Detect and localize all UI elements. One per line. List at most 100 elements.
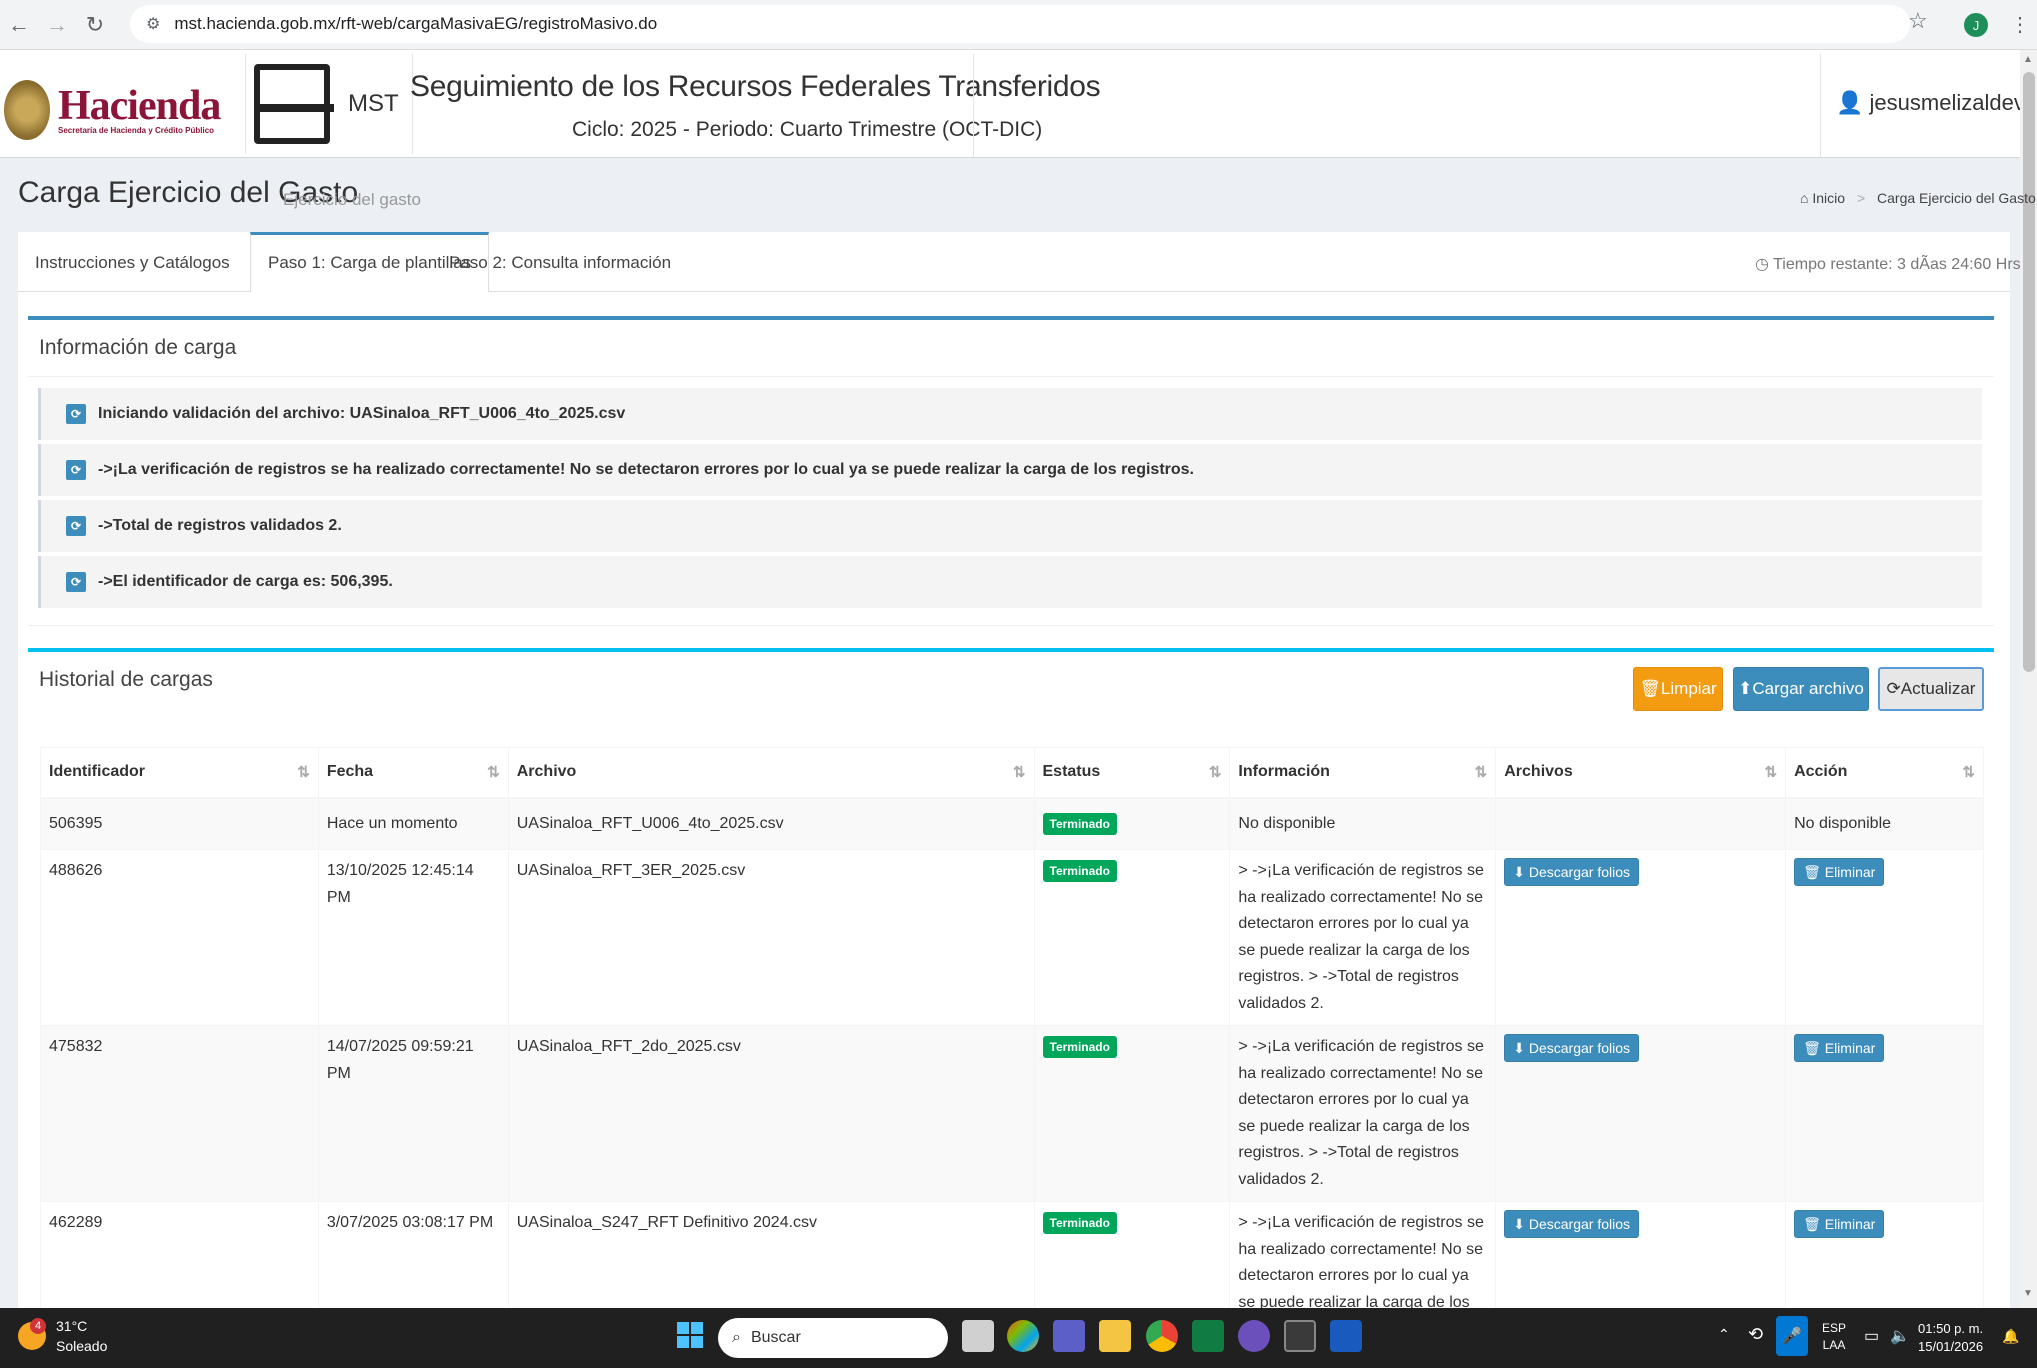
column-header-action[interactable]: Acción ⇅ — [1785, 747, 1984, 799]
date: 15/01/2026 — [1918, 1339, 1984, 1354]
system-clock[interactable]: 01:50 p. m. 15/01/2026 — [1918, 1320, 1983, 1356]
cell-status: Terminado — [1033, 1025, 1231, 1202]
chrome-icon[interactable] — [1146, 1320, 1178, 1352]
refresh-icon: ⟳ — [66, 572, 86, 592]
sort-icon[interactable]: ⇅ — [487, 763, 500, 781]
network-icon[interactable]: ▭ — [1864, 1326, 1879, 1346]
upload-file-button[interactable]: ⬆ Cargar archivo — [1733, 667, 1869, 711]
seal-icon — [4, 80, 50, 140]
site-settings-icon[interactable]: ⚙ — [146, 14, 160, 34]
trash-icon: 🗑 — [1803, 1216, 1825, 1232]
notifications-icon[interactable]: 🔔 — [2002, 1328, 2019, 1345]
column-header-status[interactable]: Estatus ⇅ — [1033, 747, 1231, 799]
column-label: Fecha — [326, 763, 374, 781]
taskbar-search[interactable]: ⌕ Buscar — [718, 1318, 948, 1358]
reload-icon[interactable]: ↻ — [76, 6, 114, 44]
sort-desc-icon[interactable]: ⇅ — [297, 763, 310, 781]
browser-toolbar: ← → ↻ ⚙ mst.hacienda.gob.mx/rft-web/carg… — [0, 0, 2037, 50]
username: jesusmelizaldev — [1869, 90, 2025, 115]
language-indicator[interactable]: ESP LAA — [1822, 1320, 1846, 1354]
copilot-icon[interactable] — [1007, 1320, 1039, 1352]
table-header-row: Identificador ⇅ Fecha ⇅ Archivo ⇅ Estatus ⇅ … — [40, 747, 1984, 799]
clock-icon: ◷ — [1755, 256, 1769, 273]
delete-button[interactable]: 🗑 Eliminar — [1794, 1210, 1885, 1238]
download-folios-button[interactable]: ⬇ Descargar folios — [1504, 1034, 1640, 1062]
cell-files: ⬇ Descargar folios — [1495, 849, 1787, 1026]
tab-instrucciones[interactable]: Instrucciones y Catálogos — [18, 232, 247, 292]
delete-button[interactable]: 🗑 Eliminar — [1794, 858, 1885, 886]
info-message: ⟳ ->Total de registros validados 2. — [38, 500, 1982, 552]
sort-icon[interactable]: ⇅ — [1013, 763, 1026, 781]
info-message: ⟳ ->El identificador de carga es: 506,39… — [38, 556, 1982, 608]
file-explorer-icon[interactable] — [1099, 1320, 1131, 1352]
header-divider — [973, 54, 974, 158]
address-bar[interactable]: ⚙ mst.hacienda.gob.mx/rft-web/cargaMasiv… — [130, 5, 1910, 43]
sort-icon[interactable]: ⇅ — [1962, 763, 1975, 781]
clear-button[interactable]: 🗑 Limpiar — [1633, 667, 1723, 711]
sort-icon[interactable]: ⇅ — [1764, 763, 1777, 781]
tabs-bar: Instrucciones y Catálogos Paso 1: Carga … — [18, 232, 2010, 292]
cell-status: Terminado — [1033, 797, 1231, 850]
scroll-down-icon[interactable]: ▼ — [2023, 1288, 2033, 1299]
cell-info: No disponible — [1229, 797, 1497, 850]
column-header-file[interactable]: Archivo ⇅ — [507, 747, 1035, 799]
lang-secondary: LAA — [1822, 1338, 1846, 1352]
history-table: Identificador ⇅ Fecha ⇅ Archivo ⇅ Estatus ⇅ … — [40, 747, 1984, 1368]
microphone-icon[interactable]: 🎤 — [1776, 1316, 1808, 1356]
media-player-icon[interactable] — [1238, 1320, 1270, 1352]
remaining-time-text: Tiempo restante: 3 dÃas 24:60 Hrs — [1773, 256, 2021, 273]
excel-icon[interactable] — [1192, 1320, 1224, 1352]
volume-icon[interactable]: 🔈 — [1890, 1326, 1910, 1346]
app-title: Seguimiento de los Recursos Federales Tr… — [410, 70, 1101, 103]
sync-icon[interactable]: ⟲ — [1748, 1324, 1763, 1345]
status-badge: Terminado — [1042, 1212, 1117, 1234]
profile-avatar[interactable]: J — [1964, 13, 1988, 37]
mst-logo[interactable]: MST — [245, 54, 413, 154]
divider — [28, 376, 1994, 377]
column-header-date[interactable]: Fecha ⇅ — [317, 747, 509, 799]
word-icon[interactable] — [1330, 1320, 1362, 1352]
delete-label: Eliminar — [1824, 1040, 1876, 1056]
download-folios-button[interactable]: ⬇ Descargar folios — [1504, 858, 1640, 886]
column-header-files[interactable]: Archivos ⇅ — [1495, 747, 1787, 799]
user-icon: 👤 — [1836, 90, 1864, 115]
cell-files — [1495, 797, 1787, 850]
calculator-icon[interactable] — [1284, 1320, 1316, 1352]
windows-start-icon[interactable] — [677, 1322, 703, 1348]
sort-icon[interactable]: ⇅ — [1209, 763, 1222, 781]
upload-info-box: Información de carga ⟳ Iniciando validac… — [28, 316, 1994, 626]
task-view-icon[interactable] — [962, 1320, 994, 1352]
teams-icon[interactable] — [1053, 1320, 1085, 1352]
forward-icon[interactable]: → — [38, 6, 76, 44]
breadcrumb-home[interactable]: Inicio — [1812, 190, 1845, 206]
weather-widget[interactable]: 4 31°C Soleado — [18, 1316, 107, 1356]
download-label: Descargar folios — [1528, 1216, 1631, 1232]
header-divider — [1820, 54, 1821, 158]
box-title: Información de carga — [39, 336, 237, 359]
cell-info: > ->¡La verificación de registros se ha … — [1229, 1025, 1497, 1202]
back-icon[interactable]: ← — [0, 6, 38, 44]
browser-menu-icon[interactable]: ⋮ — [2010, 12, 2030, 37]
info-message-text: ->El identificador de carga es: 506,395. — [98, 573, 393, 590]
delete-button[interactable]: 🗑 Eliminar — [1794, 1034, 1885, 1062]
sort-icon[interactable]: ⇅ — [1475, 763, 1488, 781]
bookmark-star-icon[interactable]: ☆ — [1908, 8, 1928, 34]
scroll-up-icon[interactable]: ▲ — [2023, 54, 2033, 65]
download-folios-button[interactable]: ⬇ Descargar folios — [1504, 1210, 1640, 1238]
cell-id: 506395 — [40, 797, 319, 850]
notification-badge: 4 — [30, 1318, 46, 1334]
info-message: ⟳ Iniciando validación del archivo: UASi… — [38, 388, 1982, 440]
cell-id: 488626 — [40, 849, 319, 1026]
column-header-info[interactable]: Información ⇅ — [1229, 747, 1497, 799]
tab-paso2[interactable]: Paso 2: Consulta información — [432, 232, 688, 292]
trash-icon: 🗑 — [1639, 679, 1661, 698]
url-text: mst.hacienda.gob.mx/rft-web/cargaMasivaE… — [174, 14, 658, 33]
scrollbar-thumb[interactable] — [2023, 72, 2035, 672]
temperature: 31°C — [56, 1318, 88, 1334]
tray-overflow-icon[interactable]: ⌃ — [1718, 1326, 1730, 1343]
cell-action: 🗑 Eliminar — [1785, 1025, 1984, 1202]
hacienda-logo[interactable]: Hacienda Secretaría de Hacienda y Crédit… — [4, 74, 240, 146]
refresh-button[interactable]: ⟳ Actualizar — [1878, 667, 1984, 711]
user-menu[interactable]: 👤 jesusmelizaldev — [1836, 90, 2025, 116]
column-header-id[interactable]: Identificador ⇅ — [40, 747, 319, 799]
